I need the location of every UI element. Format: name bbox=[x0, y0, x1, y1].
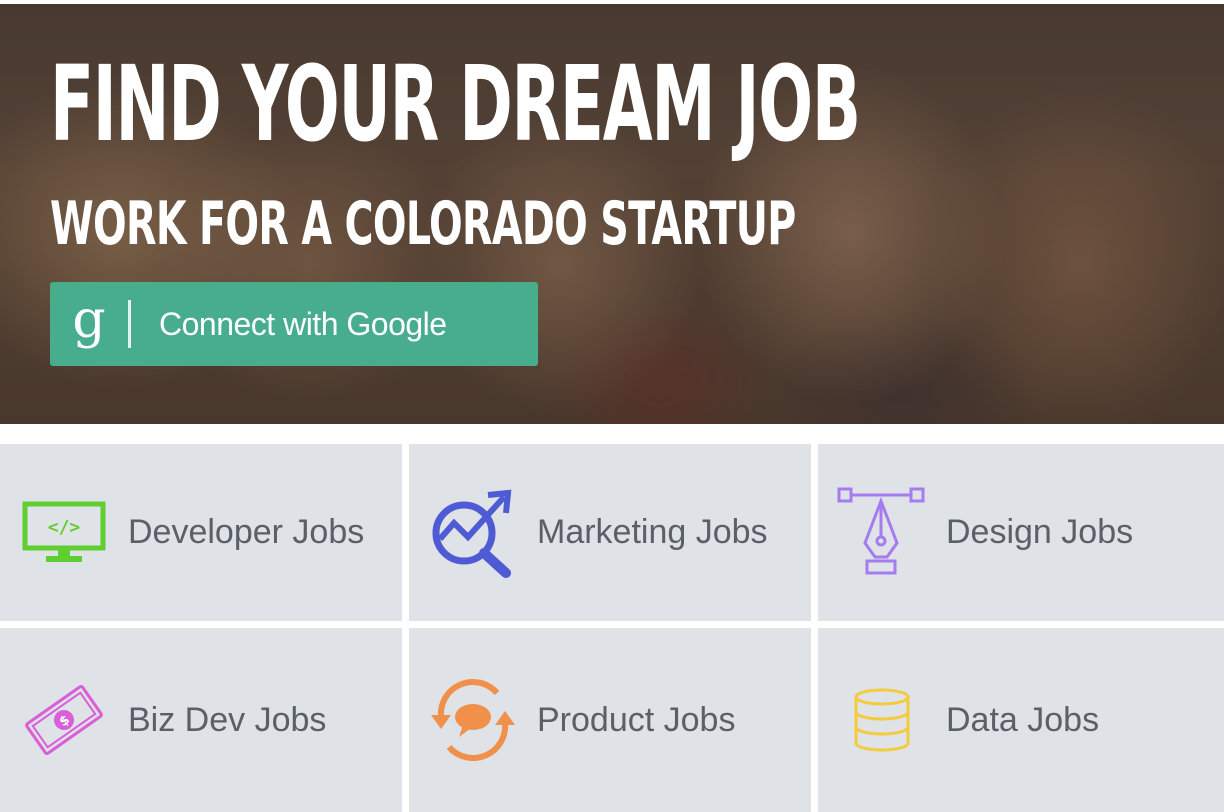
category-product-jobs[interactable]: Product Jobs bbox=[409, 628, 811, 812]
button-divider bbox=[128, 300, 131, 348]
monitor-code-icon: </> bbox=[0, 444, 128, 621]
svg-text:</>: </> bbox=[48, 517, 81, 538]
category-data-jobs[interactable]: Data Jobs bbox=[818, 628, 1224, 812]
category-design-jobs[interactable]: Design Jobs bbox=[818, 444, 1224, 621]
category-biz-dev-jobs[interactable]: $ Biz Dev Jobs bbox=[0, 628, 402, 812]
category-developer-jobs[interactable]: </> Developer Jobs bbox=[0, 444, 402, 621]
category-label: Data Jobs bbox=[946, 700, 1100, 739]
hero-banner: FIND YOUR DREAM JOB WORK FOR A COLORADO … bbox=[0, 4, 1224, 424]
money-bill-icon: $ bbox=[0, 628, 128, 812]
pen-tool-icon bbox=[818, 444, 946, 621]
category-label: Marketing Jobs bbox=[537, 513, 768, 551]
job-categories-grid: </> Developer Jobs Marketing Jobs Design… bbox=[0, 444, 1224, 812]
google-icon: g bbox=[72, 290, 106, 350]
connect-with-google-label: Connect with Google bbox=[159, 305, 447, 342]
database-icon bbox=[818, 628, 946, 812]
category-label: Design Jobs bbox=[946, 513, 1134, 551]
category-label: Developer Jobs bbox=[128, 513, 365, 551]
connect-with-google-button[interactable]: g Connect with Google bbox=[50, 282, 538, 366]
chat-cycle-icon bbox=[409, 628, 537, 812]
chart-magnifier-icon bbox=[409, 444, 537, 621]
category-label: Product Jobs bbox=[537, 700, 736, 739]
hero-subtitle: WORK FOR A COLORADO STARTUP bbox=[50, 189, 796, 259]
category-marketing-jobs[interactable]: Marketing Jobs bbox=[409, 444, 811, 621]
category-label: Biz Dev Jobs bbox=[128, 700, 327, 739]
hero-title: FIND YOUR DREAM JOB bbox=[50, 43, 861, 165]
